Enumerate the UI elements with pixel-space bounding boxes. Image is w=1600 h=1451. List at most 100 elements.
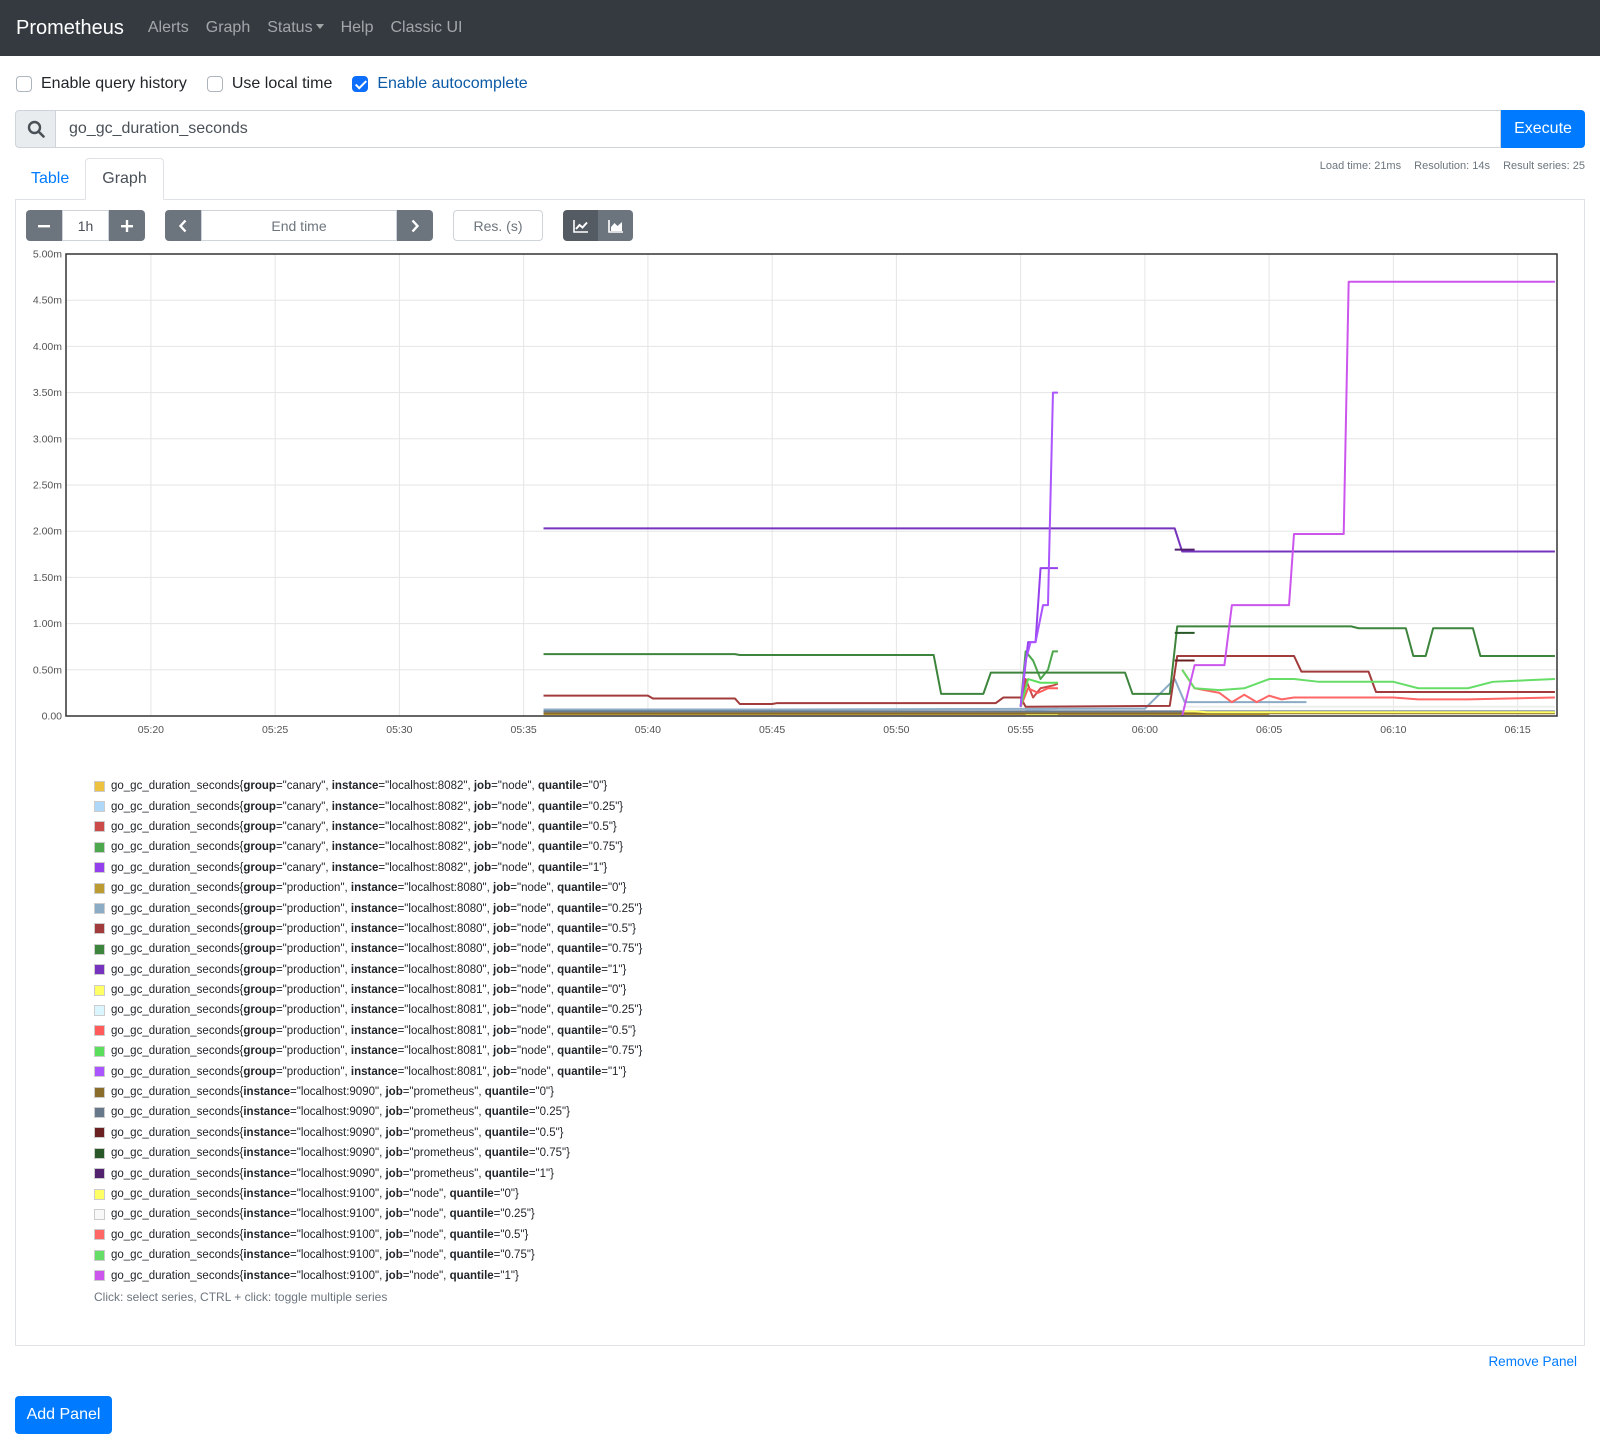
legend-item[interactable]: go_gc_duration_seconds{group="canary", i…: [94, 837, 642, 857]
legend-item[interactable]: go_gc_duration_seconds{instance="localho…: [94, 1082, 642, 1102]
legend-label: go_gc_duration_seconds{instance="localho…: [111, 1167, 554, 1180]
legend-item[interactable]: go_gc_duration_seconds{group="canary", i…: [94, 817, 642, 837]
nav-status-label: Status: [267, 19, 313, 36]
legend-swatch: [94, 1229, 105, 1241]
unstacked-button[interactable]: [563, 210, 598, 241]
nav-classic-ui[interactable]: Classic UI: [390, 19, 462, 37]
legend-label: go_gc_duration_seconds{group="production…: [111, 902, 643, 915]
series-line: [1182, 710, 1555, 714]
legend-item[interactable]: go_gc_duration_seconds{group="production…: [94, 960, 642, 980]
legend-label: go_gc_duration_seconds{group="production…: [111, 882, 627, 895]
autocomplete-label: Enable autocomplete: [377, 75, 528, 92]
chevron-right-icon: [411, 219, 420, 232]
next-time-button[interactable]: [397, 210, 433, 241]
y-tick-label: 3.00m: [33, 433, 62, 445]
query-history-option[interactable]: Enable query history: [16, 75, 187, 93]
legend-item[interactable]: go_gc_duration_seconds{group="canary", i…: [94, 858, 642, 878]
legend-label: go_gc_duration_seconds{group="production…: [111, 1065, 627, 1078]
legend-swatch: [94, 780, 105, 792]
legend-item[interactable]: go_gc_duration_seconds{group="production…: [94, 919, 642, 939]
legend-item[interactable]: go_gc_duration_seconds{group="production…: [94, 939, 642, 959]
legend-item[interactable]: go_gc_duration_seconds{group="production…: [94, 898, 642, 918]
tab-table[interactable]: Table: [15, 158, 85, 200]
legend-item[interactable]: go_gc_duration_seconds{instance="localho…: [94, 1184, 642, 1204]
brand-logo[interactable]: Prometheus: [16, 17, 124, 40]
end-time-input[interactable]: [201, 210, 397, 241]
legend-label: go_gc_duration_seconds{group="canary", i…: [111, 841, 624, 854]
autocomplete-checkbox[interactable]: [352, 76, 369, 92]
decrease-range-button[interactable]: [26, 210, 62, 241]
legend-item[interactable]: go_gc_duration_seconds{group="production…: [94, 1041, 642, 1061]
autocomplete-option[interactable]: Enable autocomplete: [352, 75, 528, 93]
top-navbar: Prometheus Alerts Graph Status Help Clas…: [0, 0, 1600, 56]
y-tick-label: 3.50m: [33, 387, 62, 399]
legend-item[interactable]: go_gc_duration_seconds{instance="localho…: [94, 1163, 642, 1183]
x-tick-label: 05:35: [511, 724, 537, 736]
legend-item[interactable]: go_gc_duration_seconds{instance="localho…: [94, 1123, 642, 1143]
remove-panel-link[interactable]: Remove Panel: [1488, 1354, 1577, 1369]
nav-graph[interactable]: Graph: [206, 19, 250, 37]
x-tick-label: 06:10: [1380, 724, 1406, 736]
expression-input[interactable]: [56, 110, 1501, 148]
legend-swatch: [94, 821, 105, 833]
legend-label: go_gc_duration_seconds{instance="localho…: [111, 1147, 570, 1160]
range-input[interactable]: [62, 210, 109, 241]
stacked-button[interactable]: [598, 210, 633, 241]
legend-item[interactable]: go_gc_duration_seconds{instance="localho…: [94, 1225, 642, 1245]
increase-range-button[interactable]: [109, 210, 145, 241]
legend-item[interactable]: go_gc_duration_seconds{instance="localho…: [94, 1143, 642, 1163]
time-series-chart[interactable]: 0.00 0.50m 1.00m 1.50m 2.00m 2.50m 3.00m 3.50m 4…: [30, 249, 1565, 755]
legend-label: go_gc_duration_seconds{group="canary", i…: [111, 780, 608, 793]
local-time-label: Use local time: [231, 75, 333, 92]
chevron-left-icon: [178, 219, 187, 232]
plus-icon: [121, 219, 133, 232]
legend-swatch: [94, 1086, 105, 1098]
nav-alerts[interactable]: Alerts: [148, 19, 189, 37]
legend-swatch: [94, 841, 105, 853]
line-chart-icon: [572, 219, 588, 233]
legend-item[interactable]: go_gc_duration_seconds{group="production…: [94, 1000, 642, 1020]
legend-swatch: [94, 1066, 105, 1078]
legend-swatch: [94, 943, 105, 955]
x-tick-label: 05:20: [138, 724, 164, 736]
legend-label: go_gc_duration_seconds{group="production…: [111, 1045, 643, 1058]
legend-swatch: [94, 1004, 105, 1016]
legend-item[interactable]: go_gc_duration_seconds{group="canary", i…: [94, 796, 642, 816]
legend-swatch: [94, 1127, 105, 1139]
legend-label: go_gc_duration_seconds{instance="localho…: [111, 1228, 529, 1241]
legend-item[interactable]: go_gc_duration_seconds{group="production…: [94, 1021, 642, 1041]
x-tick-label: 05:40: [635, 724, 661, 736]
y-tick-label: 4.50m: [33, 295, 62, 307]
legend-item[interactable]: go_gc_duration_seconds{instance="localho…: [94, 1245, 642, 1265]
prev-time-button[interactable]: [165, 210, 201, 241]
resolution-input[interactable]: [453, 210, 543, 241]
load-time: Load time: 21ms: [1319, 160, 1402, 172]
execute-button[interactable]: Execute: [1501, 110, 1585, 148]
legend-label: go_gc_duration_seconds{group="production…: [111, 922, 636, 935]
legend-item[interactable]: go_gc_duration_seconds{instance="localho…: [94, 1265, 642, 1285]
legend-item[interactable]: go_gc_duration_seconds{group="production…: [94, 1061, 642, 1081]
y-tick-label: 2.00m: [33, 526, 62, 538]
legend-swatch: [94, 964, 105, 976]
legend-item[interactable]: go_gc_duration_seconds{group="canary", i…: [94, 776, 642, 796]
view-tabs: Table Graph: [15, 158, 164, 200]
nav-status[interactable]: Status: [267, 19, 324, 37]
legend-label: go_gc_duration_seconds{group="production…: [111, 943, 643, 956]
legend-item[interactable]: go_gc_duration_seconds{instance="localho…: [94, 1204, 642, 1224]
x-tick-label: 05:45: [759, 724, 785, 736]
legend-item[interactable]: go_gc_duration_seconds{group="production…: [94, 980, 642, 1000]
x-tick-label: 06:00: [1132, 724, 1158, 736]
tab-graph[interactable]: Graph: [85, 158, 164, 200]
chart-container: 0.00 0.50m 1.00m 1.50m 2.00m 2.50m 3.00m 3.50m 4…: [30, 249, 1565, 760]
add-panel-button[interactable]: Add Panel: [15, 1396, 112, 1434]
nav-help[interactable]: Help: [341, 19, 374, 37]
local-time-option[interactable]: Use local time: [206, 75, 333, 93]
legend-swatch: [94, 1168, 105, 1180]
query-history-checkbox[interactable]: [16, 76, 32, 92]
x-tick-label: 05:50: [883, 724, 909, 736]
legend-swatch: [94, 1025, 105, 1037]
legend-item[interactable]: go_gc_duration_seconds{instance="localho…: [94, 1102, 642, 1122]
graph-controls: [26, 210, 633, 241]
legend-item[interactable]: go_gc_duration_seconds{group="production…: [94, 878, 642, 898]
local-time-checkbox[interactable]: [206, 76, 223, 92]
